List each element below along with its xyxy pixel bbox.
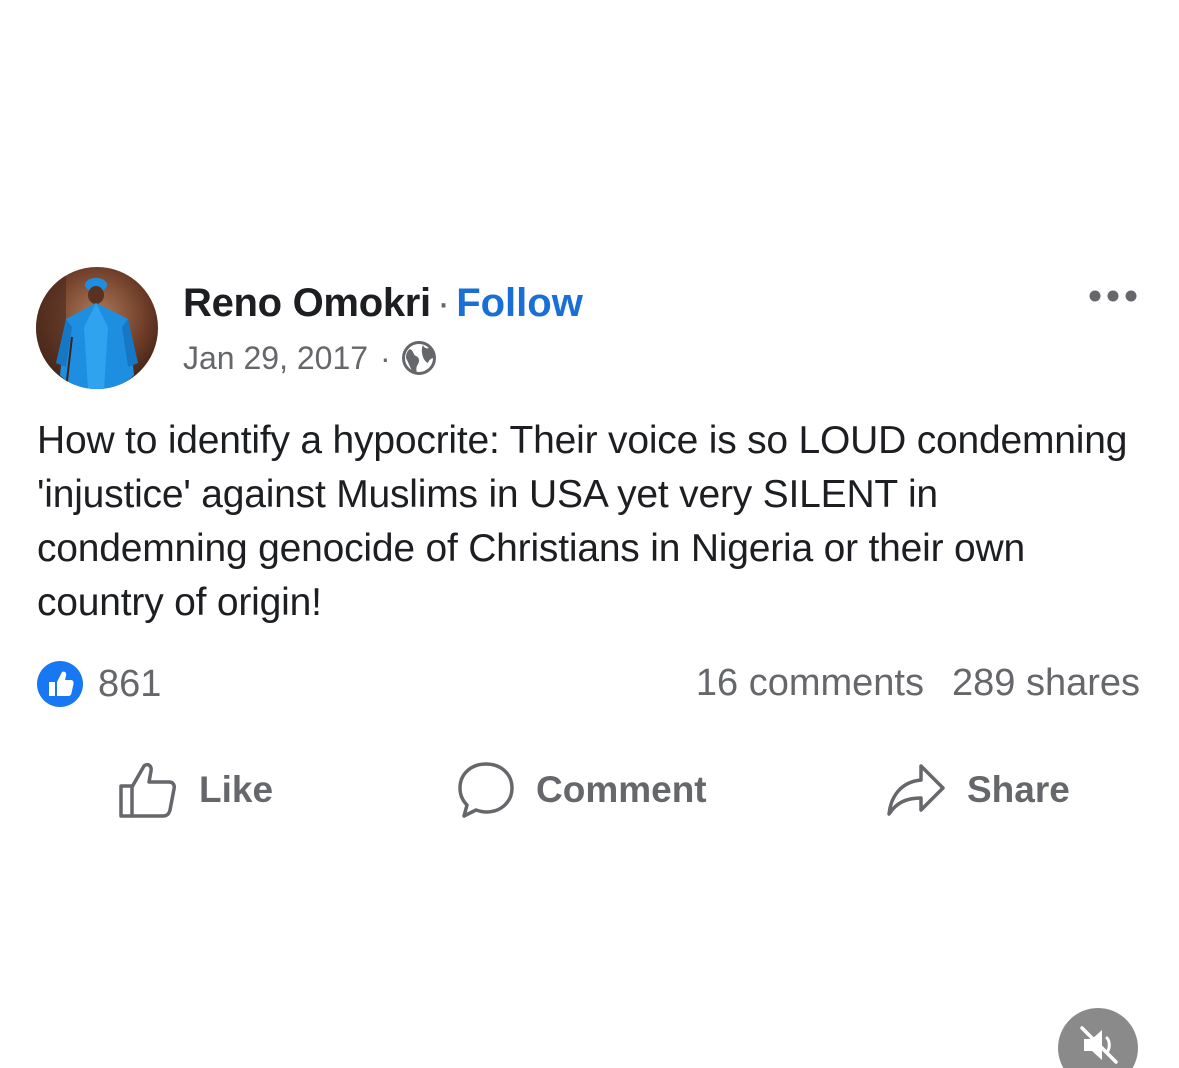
author-line: Reno Omokri · Follow [183,280,583,326]
comment-button[interactable]: Comment [456,758,707,822]
share-label: Share [967,769,1070,810]
like-button[interactable]: Like [117,758,273,822]
like-label: Like [199,769,274,810]
shares-count[interactable]: 289 shares [952,662,1140,704]
globe-icon [401,340,437,376]
post-body: How to identify a hypocrite: Their voice… [37,419,1128,624]
more-options-icon[interactable] [1086,282,1140,310]
facebook-post-screenshot: Reno Omokri · Follow Jan 29, 2017 · How to… [0,0,1179,1068]
author-name[interactable]: Reno Omokri [183,281,431,325]
share-arrow-icon [887,764,945,816]
share-button[interactable]: Share [885,758,1070,822]
comments-count[interactable]: 16 comments [696,662,924,704]
post-date[interactable]: Jan 29, 2017 [183,338,368,378]
separator-dot: · [380,340,391,376]
speaker-muted-icon [1080,1026,1118,1064]
speech-bubble-icon [458,762,514,818]
post-meta: Jan 29, 2017 · [183,338,437,378]
thumbs-up-icon [119,762,176,818]
author-avatar[interactable] [36,267,158,389]
reaction-summary[interactable]: 861 [36,660,161,708]
follow-button[interactable]: Follow [456,281,583,325]
comment-label: Comment [536,769,707,810]
like-reaction-icon [36,660,84,708]
mute-button[interactable] [1058,1008,1138,1068]
separator-dot: · [436,281,451,325]
reaction-count: 861 [98,662,162,705]
engagement-stats: 16 comments 289 shares [696,660,1140,706]
